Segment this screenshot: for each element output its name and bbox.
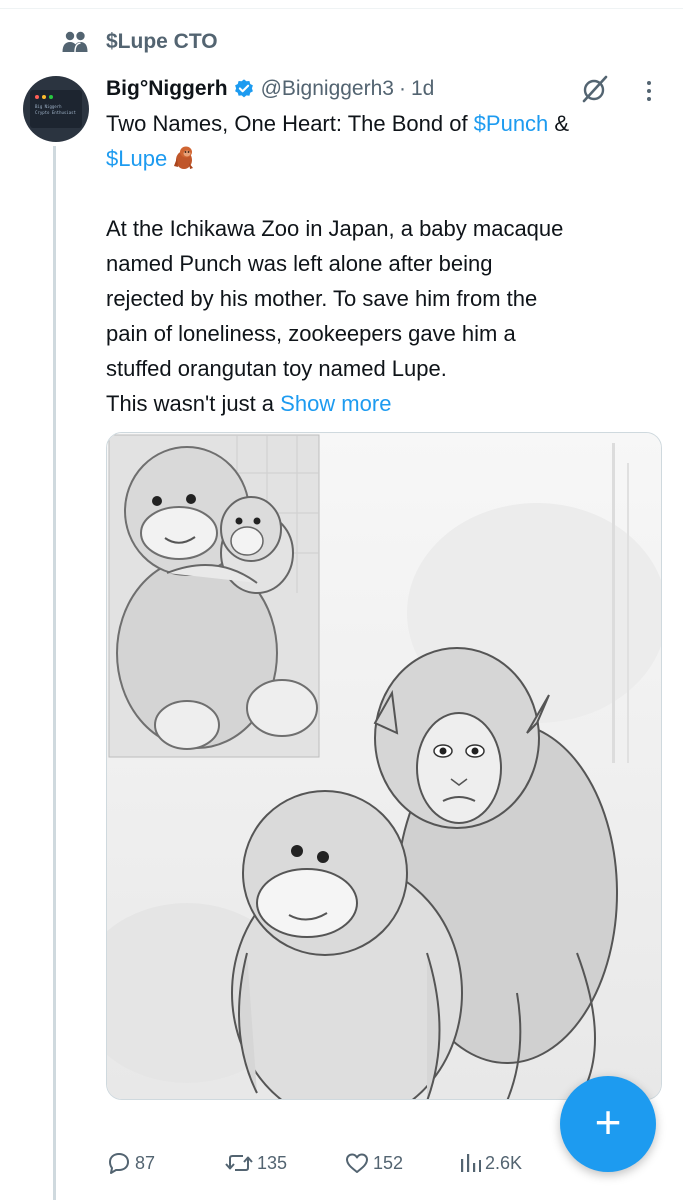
truncated-text: This wasn't just a	[106, 391, 281, 416]
like-count: 152	[373, 1152, 404, 1173]
title-ampersand: &	[548, 111, 570, 136]
community-header[interactable]: $Lupe CTO	[60, 26, 218, 58]
views-chart-icon	[458, 1151, 482, 1175]
repost-icon	[224, 1151, 254, 1175]
handle[interactable]: @Bigniggerh3	[261, 77, 394, 101]
reply-count: 87	[135, 1152, 156, 1173]
avatar-text-line2: Crypto Enthusiast	[35, 110, 76, 115]
tweet-title-line1: Two Names, One Heart: The Bond of $Punch…	[106, 106, 666, 141]
reply-button[interactable]: 87	[106, 1146, 155, 1180]
views-count: 2.6K	[485, 1152, 523, 1173]
cashtag-lupe[interactable]: $Lupe	[106, 146, 167, 171]
tweet-title-line2: $Lupe	[106, 141, 666, 176]
avatar[interactable]: Big Niggerh Crypto Enthusiast	[23, 76, 89, 142]
views-button[interactable]: 2.6K	[458, 1146, 522, 1180]
more-options-icon[interactable]	[642, 78, 656, 104]
heart-icon	[344, 1151, 370, 1175]
body-line: rejected by his mother. To save him from…	[106, 286, 538, 311]
body-line: named Punch was left alone after being	[106, 251, 493, 276]
cashtag-punch[interactable]: $Punch	[474, 111, 549, 136]
orangutan-emoji-icon	[171, 144, 197, 170]
post-image[interactable]	[106, 432, 662, 1100]
body-line: stuffed orangutan toy named Lupe.	[106, 356, 447, 381]
repost-button[interactable]: 135	[224, 1146, 287, 1180]
avatar-terminal-icon: Big Niggerh Crypto Enthusiast	[30, 90, 82, 128]
thread-line	[53, 146, 56, 1200]
repost-count: 135	[257, 1152, 288, 1173]
like-button[interactable]: 152	[344, 1146, 403, 1180]
body-line: At the Ichikawa Zoo in Japan, a baby mac…	[106, 216, 564, 241]
plus-icon: +	[594, 1096, 622, 1148]
post-header: Big°Niggerh @Bigniggerh3 · 1d	[106, 72, 666, 106]
timestamp[interactable]: 1d	[411, 77, 434, 101]
show-more-link[interactable]: Show more	[280, 391, 391, 416]
top-divider	[0, 8, 683, 9]
body-line-truncated: This wasn't just a Show more	[106, 386, 666, 421]
community-name: $Lupe CTO	[106, 30, 218, 53]
reply-icon	[106, 1151, 132, 1175]
body-line: pain of loneliness, zookeepers gave him …	[106, 321, 516, 346]
people-icon	[60, 27, 90, 57]
tweet-text: Two Names, One Heart: The Bond of $Punch…	[106, 106, 666, 421]
illustration-monkeys-icon	[107, 433, 661, 1099]
display-name[interactable]: Big°Niggerh	[106, 77, 228, 101]
grok-icon[interactable]	[580, 74, 610, 104]
title-text: Two Names, One Heart: The Bond of	[106, 111, 474, 136]
verified-badge-icon[interactable]	[233, 78, 255, 100]
compose-fab-button[interactable]: +	[560, 1076, 656, 1172]
separator: ·	[398, 77, 406, 100]
